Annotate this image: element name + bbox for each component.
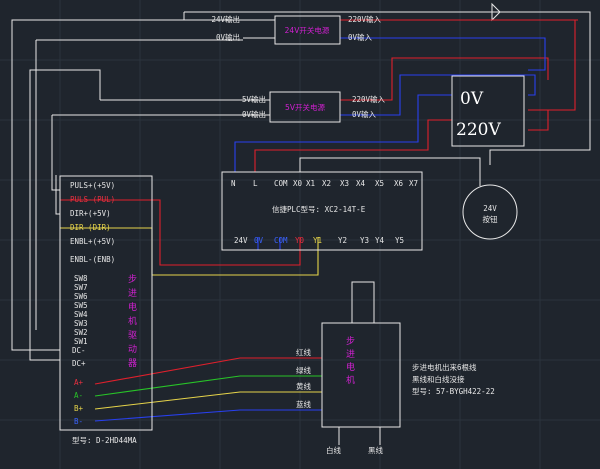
driver-dc-minus: DC- [72, 346, 86, 355]
motor-wire-white: 白线 [326, 445, 341, 455]
motor-title-c4: 机 [346, 374, 355, 386]
motor-title: 步 进 电 机 [346, 336, 355, 386]
switch-sw4: SW4 [74, 310, 88, 319]
motor-note-1: 步进电机出来6根线 [412, 362, 477, 372]
plc-term-N: N [231, 179, 236, 188]
plc-term-Y2: Y2 [338, 236, 347, 245]
plc-term-COM: COM [274, 179, 288, 188]
driver-title: 步 进 电 机 驱 动 器 [128, 274, 137, 369]
switch-sw3: SW3 [74, 319, 88, 328]
plc-term-X5: X5 [375, 179, 384, 188]
plc-term-Y4: Y4 [375, 236, 385, 245]
motor-wire-black: 黑线 [368, 445, 383, 455]
motor-wire-red: 红线 [296, 347, 311, 357]
wiring-diagram: 24V输出 0V输出 24V开关电源 220V输入 0V输入 5V输出 0V输出… [0, 0, 600, 469]
motor-title-c2: 进 [346, 349, 355, 360]
driver-pin-puls-minus: PULS-(PUL) [70, 195, 115, 204]
driver-b-minus: B- [74, 417, 83, 426]
plc-term-Y3: Y3 [360, 236, 369, 245]
motor-box [321, 322, 401, 428]
plc-term-X7: X7 [409, 179, 418, 188]
plc-term-L: L [253, 179, 258, 188]
motor-shaft [351, 281, 375, 324]
psu24-in-l: 220V输入 [348, 14, 382, 24]
driver-title-c2: 进 [128, 288, 137, 299]
switch-sw8: SW8 [74, 274, 88, 283]
driver-a-plus: A+ [74, 378, 84, 387]
mains-0v: 0V [460, 89, 484, 109]
driver-switches: SW8 SW7 SW6 SW5 SW4 SW3 SW2 SW1 [74, 274, 88, 346]
button-line1: 24V [483, 204, 497, 213]
plc-term-X0: X0 [293, 179, 303, 188]
switch-sw2: SW2 [74, 328, 88, 337]
motor-note-2: 黑线和白线没接 [412, 374, 465, 384]
psu24-out-neg: 0V输出 [216, 32, 240, 42]
psu24-in-n: 0V输入 [348, 32, 373, 42]
plc-model: 信捷PLC型号: XC2-14T-E [272, 204, 366, 214]
driver-model: 型号: D-2HD44MA [72, 436, 137, 445]
psu24-title: 24V开关电源 [285, 25, 330, 35]
psu5-out-neg: 0V输出 [242, 109, 266, 119]
driver-a-minus: A- [74, 391, 83, 400]
plc-term-X2: X2 [322, 179, 331, 188]
driver-title-c4: 机 [128, 315, 137, 327]
motor-title-c1: 步 [346, 336, 355, 347]
switch-sw5: SW5 [74, 301, 88, 310]
plc-term-Y0: Y0 [295, 236, 305, 245]
driver-pin-puls-plus: PULS+(+5V) [70, 181, 115, 190]
psu5-in-l: 220V输入 [352, 94, 386, 104]
switch-sw1: SW1 [74, 337, 88, 346]
motor-wire-green: 绿线 [296, 365, 311, 375]
plc-term-Y1: Y1 [313, 236, 322, 245]
plc-term-COM-out: COM [274, 236, 288, 245]
motor-note-3: 型号: 57-BYGH422-22 [412, 387, 495, 396]
psu24-out-pos: 24V输出 [211, 14, 240, 24]
psu5-title: 5V开关电源 [285, 102, 325, 112]
motor-title-c3: 电 [346, 361, 355, 373]
driver-title-c6: 动 [128, 344, 137, 355]
psu5-out-pos: 5V输出 [242, 94, 266, 104]
motor-wire-blue: 蓝线 [296, 399, 311, 409]
driver-dc-plus: DC+ [72, 359, 86, 368]
plc-term-24V: 24V [234, 236, 248, 245]
driver-pin-dir-plus: DIR+(+5V) [70, 209, 111, 218]
motor-wire-yellow: 黄线 [296, 381, 311, 391]
plc-term-0V: 0V [254, 236, 264, 245]
psu5-in-n: 0V输入 [352, 109, 377, 119]
plc-term-X1: X1 [306, 179, 315, 188]
plc-term-X6: X6 [394, 179, 404, 188]
mains-220v: 220V [456, 120, 501, 140]
plc-term-Y5: Y5 [395, 236, 404, 245]
driver-b-plus: B+ [74, 404, 84, 413]
driver-title-c7: 器 [128, 358, 137, 369]
plc-term-X4: X4 [356, 179, 366, 188]
driver-pin-enbl-plus: ENBL+(+5V) [70, 237, 115, 246]
switch-sw6: SW6 [74, 292, 88, 301]
driver-pin-enbl-minus: ENBL-(ENB) [70, 255, 115, 264]
driver-pin-dir-minus: DIR-(DIR) [70, 223, 111, 232]
driver-title-c1: 步 [128, 274, 137, 285]
switch-sw7: SW7 [74, 283, 88, 292]
driver-title-c3: 电 [128, 301, 137, 313]
plc-bottom-terminals: 24V 0V COM Y0 Y1 Y2 Y3 Y4 Y5 [234, 236, 404, 245]
button-line2: 按钮 [483, 214, 498, 224]
driver-title-c5: 驱 [128, 330, 137, 341]
plc-term-X3: X3 [340, 179, 349, 188]
